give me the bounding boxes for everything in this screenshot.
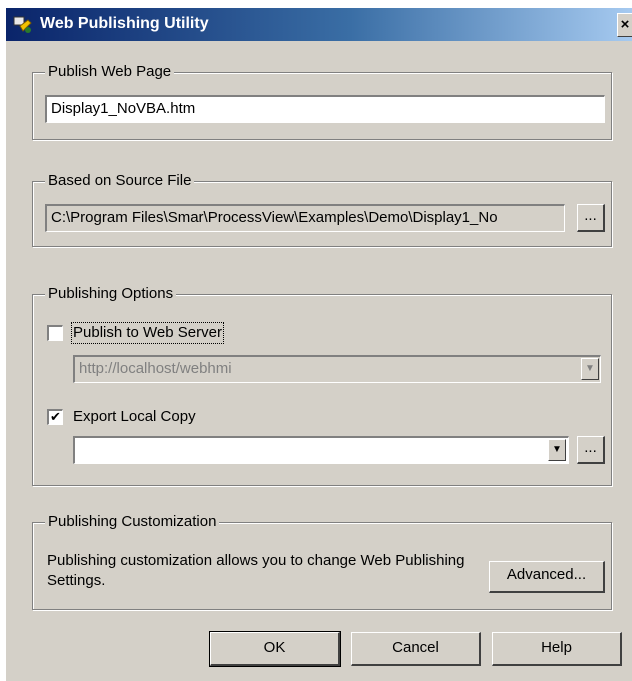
local-copy-browse-button[interactable]: ... [577,436,605,464]
help-button[interactable]: Help [492,632,622,666]
cancel-button[interactable]: Cancel [351,632,481,666]
window-title: Web Publishing Utility [40,15,209,32]
publish-web-page-legend: Publish Web Page [45,63,175,81]
local-copy-path-dropdown[interactable] [73,436,569,464]
publishing-customization-legend: Publishing Customization [45,513,220,531]
title-bar[interactable]: Web Publishing Utility × [6,8,632,41]
publish-to-web-server-label[interactable]: Publish to Web Server [71,322,224,344]
source-file-legend: Based on Source File [45,172,195,190]
publishing-options-group: Publishing Options Publish to Web Server… [32,285,612,486]
source-browse-button[interactable]: ... [577,204,605,232]
ok-button[interactable]: OK [209,631,341,667]
customization-description: Publishing customization allows you to c… [47,552,465,589]
local-copy-dropdown-arrow[interactable]: ▼ [548,439,566,461]
publish-to-web-server-checkbox[interactable] [47,325,63,341]
publish-web-page-group: Publish Web Page Display1_NoVBA.htm [32,63,612,140]
window-left-edge [0,0,6,681]
publishing-customization-group: Publishing Customization Publishing cust… [32,513,612,610]
advanced-button[interactable]: Advanced... [489,561,605,593]
app-icon [12,14,34,36]
publishing-options-legend: Publishing Options [45,285,177,303]
advanced-button-label: Advanced... [506,566,587,583]
source-file-path-field[interactable]: C:\Program Files\Smar\ProcessView\Exampl… [45,204,565,232]
window-top-edge [0,0,632,8]
web-server-url-dropdown[interactable]: http://localhost/webhmi [73,355,601,383]
web-publishing-dialog: Web Publishing Utility × Publish Web Pag… [0,0,632,681]
export-local-copy-label[interactable]: Export Local Copy [73,408,196,426]
export-local-copy-checkbox[interactable]: ✔ [47,409,63,425]
web-server-url-value: http://localhost/webhmi [79,360,232,377]
source-file-group: Based on Source File C:\Program Files\Sm… [32,172,612,247]
web-page-name-input[interactable]: Display1_NoVBA.htm [45,95,605,123]
close-button[interactable]: × [617,13,632,37]
web-server-dropdown-arrow[interactable]: ▼ [581,358,599,380]
